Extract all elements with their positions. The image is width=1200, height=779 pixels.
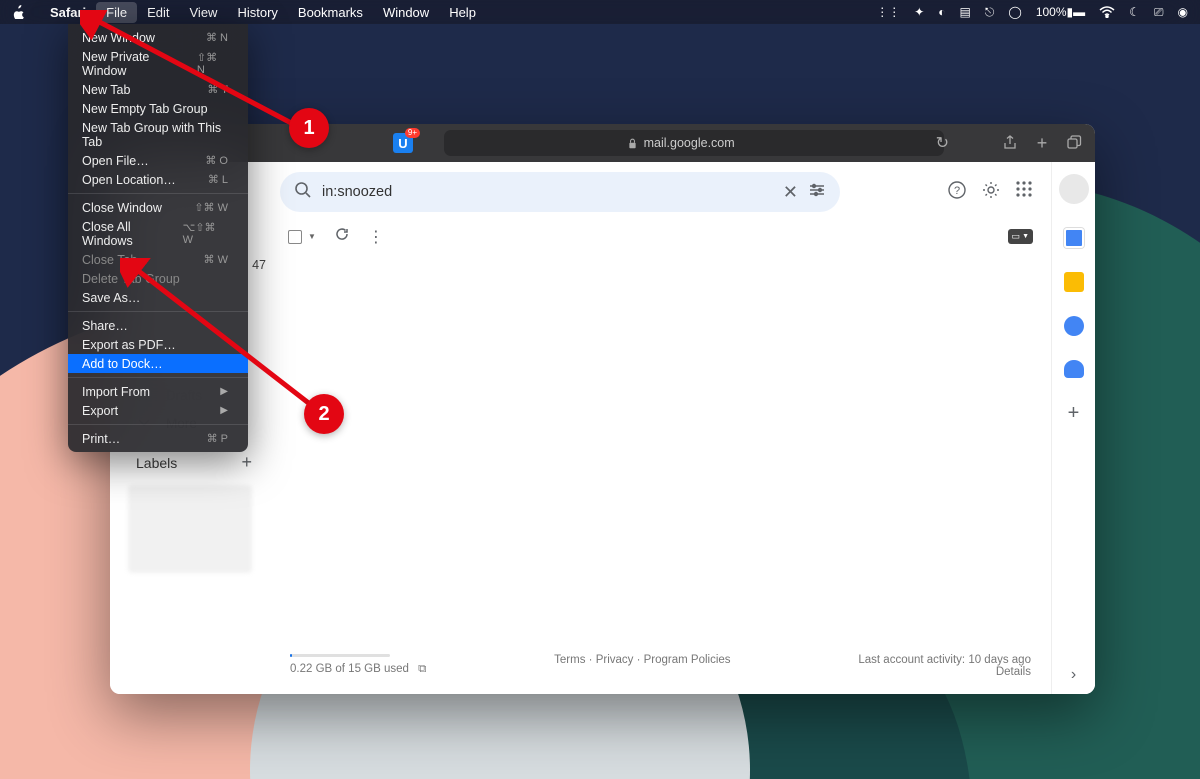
- privacy-link[interactable]: Privacy: [596, 654, 634, 666]
- menu-import-from[interactable]: Import From▶: [68, 382, 248, 401]
- history-menu[interactable]: History: [227, 2, 287, 23]
- add-label-button[interactable]: +: [241, 452, 252, 473]
- support-icon[interactable]: ?: [947, 180, 967, 205]
- storage-bar: [290, 654, 390, 657]
- storage-external-icon[interactable]: ⧉: [418, 663, 426, 675]
- annotation-badge-1: 1: [289, 108, 329, 148]
- menu-new-tab-group-with-this-tab[interactable]: New Tab Group with This Tab: [68, 118, 248, 151]
- add-addon-button[interactable]: +: [1068, 402, 1080, 425]
- gmail-action-toolbar: ▼ ⋮ ▭ ▼: [270, 212, 1051, 257]
- menu-new-window[interactable]: New Window⌘ N: [68, 28, 248, 47]
- more-actions-icon[interactable]: ⋮: [368, 227, 384, 247]
- gmail-side-panel: + ›: [1051, 162, 1095, 694]
- sidebar-label-blurred: [128, 485, 252, 573]
- select-all-checkbox[interactable]: [288, 230, 302, 244]
- window-menu[interactable]: Window: [373, 2, 439, 23]
- screen-mirror-icon[interactable]: ◯: [1008, 5, 1021, 19]
- bluetooth-icon[interactable]: ⋮⋮: [876, 5, 900, 19]
- app-menu[interactable]: Safari: [40, 2, 96, 23]
- menu-save-as[interactable]: Save As…: [68, 288, 248, 307]
- stage-manager-icon[interactable]: ▤: [960, 5, 971, 19]
- menu-new-empty-tab-group[interactable]: New Empty Tab Group: [68, 99, 248, 118]
- menu-print[interactable]: Print…⌘ P: [68, 429, 248, 448]
- safari-window: U 9+ mail.google.com ↻ + 47 Sent: [110, 124, 1095, 694]
- calendar-addon-icon[interactable]: [1064, 228, 1084, 248]
- select-dropdown-icon[interactable]: ▼: [308, 232, 316, 241]
- file-menu[interactable]: File: [96, 2, 137, 23]
- menu-share[interactable]: Share…: [68, 316, 248, 335]
- input-tools-toggle[interactable]: ▭ ▼: [1008, 229, 1033, 244]
- gmail-footer: 0.22 GB of 15 GB used ⧉ Terms · Privacy …: [270, 644, 1051, 694]
- contacts-addon-icon[interactable]: [1064, 360, 1084, 378]
- help-menu[interactable]: Help: [439, 2, 486, 23]
- menu-close-window[interactable]: Close Window⇧⌘ W: [68, 198, 248, 217]
- file-dropdown: New Window⌘ N New Private Window⇧⌘ N New…: [68, 24, 248, 452]
- labels-heading: Labels: [136, 455, 177, 471]
- menu-export-pdf[interactable]: Export as PDF…: [68, 335, 248, 354]
- bookmarks-menu[interactable]: Bookmarks: [288, 2, 373, 23]
- view-menu[interactable]: View: [180, 2, 228, 23]
- details-link[interactable]: Details: [996, 666, 1031, 678]
- empty-message-list: [270, 257, 1051, 644]
- keep-addon-icon[interactable]: [1064, 272, 1084, 292]
- focus-icon[interactable]: ◐: [938, 5, 945, 19]
- url-text: mail.google.com: [644, 136, 735, 150]
- sidebar-count-partial: 47: [252, 258, 266, 272]
- airplay-icon[interactable]: ⎋: [985, 5, 995, 20]
- share-icon[interactable]: [1001, 134, 1019, 152]
- search-input[interactable]: [322, 184, 773, 200]
- gmail-main: ✕ ? ▼ ⋮ ▭ ▼: [270, 162, 1051, 694]
- refresh-icon[interactable]: [334, 226, 350, 247]
- activity-text: Last account activity: 10 days ago: [858, 654, 1031, 666]
- lock-icon: [627, 138, 638, 149]
- edit-menu[interactable]: Edit: [137, 2, 179, 23]
- battery-percent[interactable]: 100% ▮▬: [1036, 5, 1085, 19]
- storage-text: 0.22 GB of 15 GB used: [290, 663, 409, 675]
- search-options-icon[interactable]: [808, 181, 826, 204]
- wifi-icon[interactable]: [1099, 6, 1115, 18]
- menu-open-location[interactable]: Open Location…⌘ L: [68, 170, 248, 189]
- address-bar[interactable]: mail.google.com: [444, 130, 944, 156]
- new-tab-icon[interactable]: +: [1033, 134, 1051, 152]
- apple-logo-icon[interactable]: [12, 5, 26, 19]
- ublock-extension-icon[interactable]: U 9+: [392, 132, 414, 154]
- menu-close-all-windows[interactable]: Close All Windows⌥⇧⌘ W: [68, 217, 248, 250]
- moon-icon[interactable]: ☾: [1129, 5, 1140, 19]
- annotation-badge-2: 2: [304, 394, 344, 434]
- policies-link[interactable]: Program Policies: [644, 654, 731, 666]
- tabs-overview-icon[interactable]: [1065, 134, 1083, 152]
- reload-icon[interactable]: ↻: [933, 134, 951, 152]
- menu-new-private-window[interactable]: New Private Window⇧⌘ N: [68, 47, 248, 80]
- control-center-icon[interactable]: ⎚: [1154, 5, 1164, 20]
- macos-menubar: Safari File Edit View History Bookmarks …: [0, 0, 1200, 24]
- menu-delete-tab-group: Delete Tab Group: [68, 269, 248, 288]
- side-panel-expand-icon[interactable]: ›: [1071, 666, 1076, 684]
- svg-text:?: ?: [954, 185, 960, 197]
- safari-toolbar: U 9+ mail.google.com ↻ +: [110, 124, 1095, 162]
- account-avatar[interactable]: [1059, 174, 1089, 204]
- clear-search-icon[interactable]: ✕: [783, 182, 798, 203]
- menu-close-tab: Close Tab⌘ W: [68, 250, 248, 269]
- terms-link[interactable]: Terms: [554, 654, 585, 666]
- shortcuts-icon[interactable]: ✦: [914, 5, 924, 19]
- menu-open-file[interactable]: Open File…⌘ O: [68, 151, 248, 170]
- menu-export[interactable]: Export▶: [68, 401, 248, 420]
- menu-add-to-dock[interactable]: Add to Dock…: [68, 354, 248, 373]
- search-bar[interactable]: ✕: [280, 172, 840, 212]
- menu-new-tab[interactable]: New Tab⌘ T: [68, 80, 248, 99]
- siri-icon[interactable]: ◉: [1178, 5, 1188, 19]
- search-icon: [294, 181, 312, 204]
- settings-icon[interactable]: [981, 180, 1001, 205]
- apps-icon[interactable]: [1015, 180, 1033, 205]
- tasks-addon-icon[interactable]: [1064, 316, 1084, 336]
